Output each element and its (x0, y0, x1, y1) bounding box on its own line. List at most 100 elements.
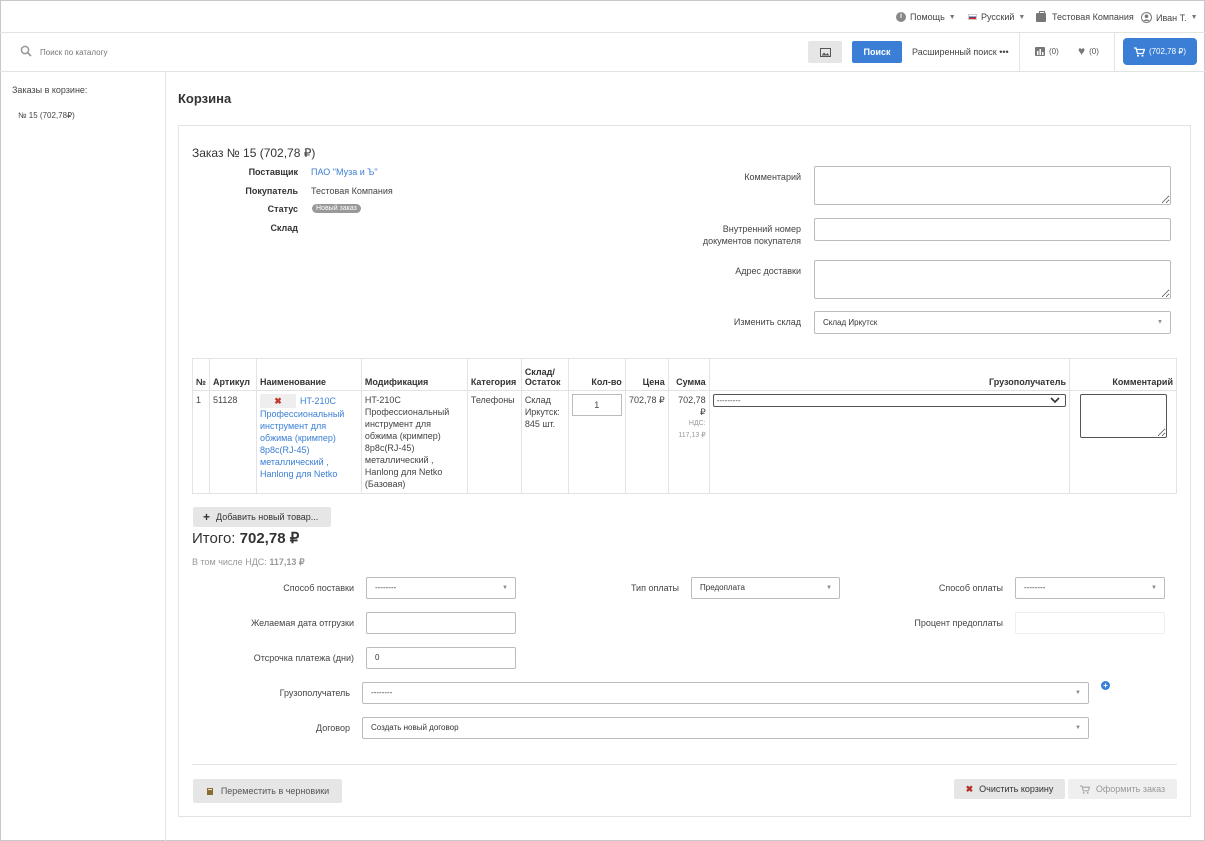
supplier-label: Поставщик (248, 167, 298, 177)
clear-cart-label: Очистить корзину (979, 784, 1054, 794)
checkout-label: Оформить заказ (1095, 784, 1166, 794)
row-vat-label: НДС: (688, 420, 706, 427)
row-sku: 51128 (209, 390, 258, 494)
advanced-search-link[interactable]: Расширенный поиск ••• (912, 47, 1009, 57)
warehouse-label: Склад (270, 223, 298, 233)
divider (1019, 33, 1020, 71)
vat-label: В том числе НДС: (192, 557, 267, 567)
buyer-value: Тестовая Компания (311, 186, 393, 196)
add-consignee-icon[interactable]: + (1101, 681, 1110, 690)
favorites-link[interactable]: ♥ (0) (1078, 44, 1099, 58)
status-badge: Новый заказ (312, 204, 361, 213)
payment-method-select[interactable]: -------- ▼ (1015, 577, 1165, 599)
payment-type-label: Тип оплаты (630, 583, 679, 593)
consignee-label: Грузополучатель (279, 688, 350, 698)
image-search-button[interactable] (808, 41, 842, 63)
col-consignee: Грузополучатель (708, 358, 1070, 391)
sidebar-item-order[interactable]: № 15 (702,78₽) (18, 111, 75, 120)
row-consignee-select[interactable]: --------- (712, 394, 1066, 407)
contract-label: Договор (316, 723, 350, 733)
table-header-row: № Артикул Наименование Модификация Катег… (191, 358, 1178, 391)
contract-value: Создать новый договор (371, 723, 459, 732)
internal-number-label-2: документов покупателя (702, 236, 801, 246)
delivery-method-label: Способ поставки (283, 583, 354, 593)
add-product-label: Добавить новый товар... (216, 512, 319, 522)
row-consignee-cell: --------- (708, 390, 1070, 494)
row-qty-cell: 1 (567, 390, 626, 494)
delivery-method-value: -------- (375, 583, 397, 592)
items-table: № Артикул Наименование Модификация Катег… (191, 358, 1178, 494)
col-qty: Кол-во (567, 358, 626, 391)
internal-number-field[interactable] (814, 218, 1171, 241)
page-title: Корзина (178, 91, 232, 106)
quantity-input[interactable]: 1 (571, 394, 622, 416)
help-menu[interactable]: i Помощь ▼ (896, 12, 956, 22)
comment-label: Комментарий (744, 172, 801, 182)
clear-cart-button[interactable]: ✖ Очистить корзину (954, 779, 1065, 799)
supplier-link[interactable]: ПАО "Муза и Ъ" (311, 167, 378, 177)
chevron-down-icon (1050, 397, 1060, 404)
payment-method-value: -------- (1024, 583, 1046, 592)
cart-icon (1079, 784, 1090, 794)
sidebar-title: Заказы в корзине: (12, 85, 88, 95)
chart-bar-icon (1035, 47, 1045, 56)
company-menu[interactable]: Тестовая Компания (1036, 10, 1134, 22)
payment-type-value: Предоплата (700, 583, 745, 592)
col-price: Цена (624, 358, 669, 391)
top-bar: i Помощь ▼ Русский ▼ Тестовая Компания И… (0, 0, 1205, 32)
compare-link[interactable]: (0) (1035, 47, 1059, 56)
chevron-down-icon: ▼ (1018, 13, 1026, 21)
address-field[interactable] (814, 260, 1171, 299)
search-button[interactable]: Поиск (852, 41, 902, 63)
col-modification: Модификация (360, 358, 468, 391)
warehouse-select[interactable]: Склад Иркутск ▼ (814, 311, 1171, 334)
delivery-method-select[interactable]: -------- ▼ (366, 577, 516, 599)
row-num: 1 (191, 390, 211, 494)
order-total: Итого: 702,78 ₽ (192, 529, 299, 547)
info-icon: i (896, 12, 906, 22)
row-vat: 117,13 ₽ (678, 432, 706, 439)
row-price: 702,78 ₽ (624, 390, 669, 494)
user-menu[interactable]: Иван Т. ▼ (1141, 12, 1198, 23)
language-menu[interactable]: Русский ▼ (968, 12, 1025, 22)
order-vat: В том числе НДС: 117,13 ₽ (192, 557, 305, 568)
chevron-down-icon: ▼ (1151, 585, 1157, 591)
prepay-percent-field[interactable] (1015, 612, 1165, 634)
flag-icon (968, 14, 977, 20)
total-value: 702,78 ₽ (239, 530, 300, 547)
heart-icon: ♥ (1078, 44, 1086, 58)
chevron-down-icon: ▼ (502, 585, 508, 591)
row-comment-field[interactable] (1079, 394, 1167, 438)
comment-field[interactable] (814, 166, 1171, 205)
payment-type-select[interactable]: Предоплата ▼ (691, 577, 840, 599)
add-product-button[interactable]: + Добавить новый товар... (193, 507, 331, 527)
divider (1114, 33, 1115, 71)
remove-item-button[interactable]: ✖ (260, 394, 297, 408)
ship-date-field[interactable] (366, 612, 516, 634)
consignee-value: -------- (371, 688, 393, 697)
product-link[interactable]: HT-210C Профессиональный инструмент для … (260, 396, 344, 479)
row-modification: HT-210C Профессиональный инструмент для … (360, 390, 468, 494)
search-input[interactable] (40, 44, 340, 60)
payment-method-label: Способ оплаты (938, 583, 1003, 593)
plus-icon: + (203, 510, 211, 524)
consignee-select[interactable]: -------- ▼ (362, 682, 1089, 704)
col-num: № (191, 358, 211, 391)
col-category: Категория (466, 358, 522, 391)
close-icon: ✖ (965, 783, 974, 794)
contract-select[interactable]: Создать новый договор ▼ (362, 717, 1089, 739)
col-name: Наименование (256, 358, 362, 391)
deferral-field[interactable]: 0 (366, 647, 516, 669)
cart-total: (702,78 ₽) (1148, 47, 1187, 56)
col-sku: Артикул (209, 358, 258, 391)
table-row: 1 51128 ✖ HT-210C Профессиональный инстру… (191, 390, 1178, 494)
chevron-down-icon: ▼ (1075, 725, 1081, 731)
chevron-down-icon: ▼ (1157, 319, 1163, 325)
search-icon (20, 45, 32, 57)
deferral-label: Отсрочка платежа (дни) (253, 653, 354, 663)
checkout-button[interactable]: Оформить заказ (1068, 779, 1177, 799)
address-label: Адрес доставки (735, 266, 801, 276)
cart-button[interactable]: (702,78 ₽) (1123, 38, 1197, 65)
move-to-drafts-button[interactable]: Переместить в черновики (193, 779, 342, 803)
row-sum: 702,78 ₽ (678, 395, 706, 417)
